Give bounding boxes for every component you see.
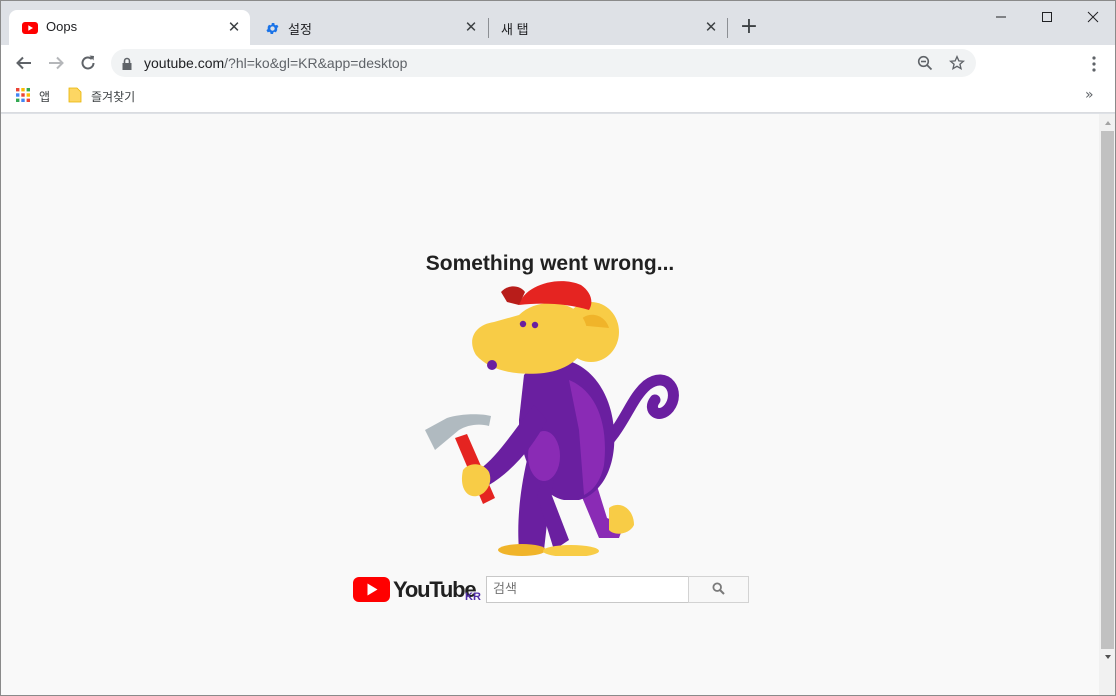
scroll-thumb[interactable]: [1101, 131, 1114, 649]
tab-title: 새 탭: [501, 22, 529, 37]
scroll-up-arrow-icon[interactable]: [1099, 116, 1115, 130]
scroll-down-arrow-icon[interactable]: [1099, 650, 1115, 664]
bookmark-label: 즐겨찾기: [91, 89, 136, 104]
url-text: youtube.com/?hl=ko&gl=KR&app=desktop: [144, 55, 407, 71]
bookmark-favorites[interactable]: 즐겨찾기: [68, 86, 135, 106]
tab-settings[interactable]: 설정 ✕: [251, 10, 487, 45]
search-icon: [712, 580, 725, 599]
tab-title: 설정: [288, 22, 312, 37]
folder-icon: [68, 87, 82, 106]
reload-icon[interactable]: [75, 50, 101, 76]
apps-grid-icon: [16, 87, 30, 105]
youtube-icon: [22, 20, 38, 36]
minimize-icon[interactable]: [978, 1, 1024, 33]
region-label: KR: [465, 591, 481, 603]
close-tab-icon[interactable]: ✕: [463, 19, 479, 35]
forward-arrow-icon[interactable]: [43, 50, 69, 76]
gear-icon: [264, 20, 280, 36]
browser-window: Oops ✕ 설정 ✕ 새 탭 ✕ + youtube.com/?hl=ko&g…: [0, 0, 1116, 696]
search-button[interactable]: [688, 576, 749, 603]
more-vert-icon[interactable]: [1084, 54, 1104, 74]
zoom-icon[interactable]: [915, 53, 935, 73]
maximize-icon[interactable]: [1024, 1, 1070, 33]
window-close-icon[interactable]: [1070, 1, 1115, 33]
monkey-illustration: [425, 281, 679, 556]
error-heading: Something went wrong...: [425, 252, 675, 275]
chevron-double-right-icon[interactable]: »: [1085, 87, 1094, 103]
tab-new-tab[interactable]: 새 탭 ✕: [489, 10, 727, 45]
url-path: /?hl=ko&gl=KR&app=desktop: [224, 55, 408, 71]
star-icon[interactable]: [947, 53, 967, 73]
tab-title: Oops: [46, 19, 78, 34]
search-input[interactable]: [486, 576, 689, 603]
tab-strip: Oops ✕ 설정 ✕ 새 탭 ✕ +: [1, 1, 1115, 45]
bookmark-label: 앱: [39, 89, 51, 104]
close-tab-icon[interactable]: ✕: [703, 19, 719, 35]
close-tab-icon[interactable]: ✕: [226, 19, 242, 35]
url-host: youtube.com: [144, 55, 225, 71]
tab-separator: [727, 18, 728, 38]
svg-text:YouTube: YouTube: [393, 577, 476, 602]
youtube-logo[interactable]: YouTube: [353, 575, 483, 605]
browser-toolbar: youtube.com/?hl=ko&gl=KR&app=desktop: [1, 45, 1115, 81]
back-arrow-icon[interactable]: [11, 50, 37, 76]
bookmarks-bar: 앱 즐겨찾기 »: [1, 81, 1115, 113]
lock-icon[interactable]: [121, 56, 133, 70]
tab-oops[interactable]: Oops ✕: [9, 10, 250, 45]
page-content: Something went wrong... YouTube KR 검색: [1, 114, 1099, 695]
vertical-scrollbar[interactable]: [1099, 114, 1115, 695]
new-tab-plus-icon[interactable]: +: [738, 16, 760, 38]
bookmark-apps[interactable]: 앱: [16, 86, 50, 106]
address-bar[interactable]: youtube.com/?hl=ko&gl=KR&app=desktop: [111, 49, 976, 77]
